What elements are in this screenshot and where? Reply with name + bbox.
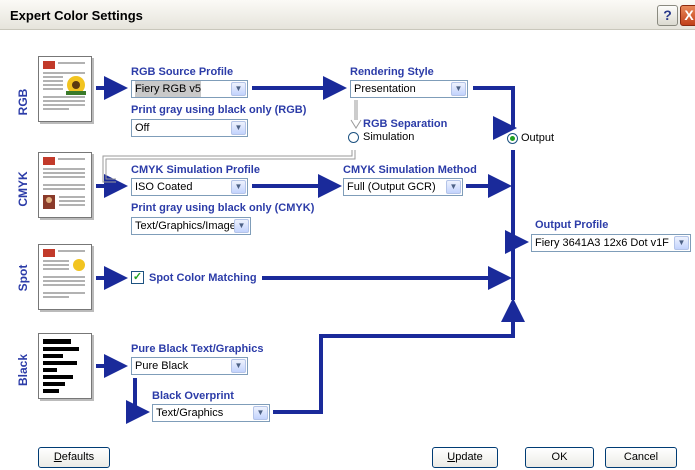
- output-profile-select[interactable]: Fiery 3641A3 12x6 Dot v1F ▼: [531, 234, 691, 252]
- rendering-style-label: Rendering Style: [350, 66, 434, 78]
- chevron-down-icon[interactable]: ▼: [231, 82, 246, 96]
- row-label-cmyk: CMYK: [16, 171, 30, 207]
- print-gray-cmyk-label: Print gray using black only (CMYK): [131, 202, 315, 214]
- print-gray-rgb-label: Print gray using black only (RGB): [131, 104, 307, 116]
- black-overprint-select[interactable]: Text/Graphics ▼: [152, 404, 270, 422]
- output-profile-label: Output Profile: [535, 219, 609, 231]
- cancel-button[interactable]: Cancel: [605, 447, 677, 468]
- spot-document-icon: [43, 249, 85, 298]
- black-document-icon: [43, 339, 79, 393]
- print-gray-cmyk-select[interactable]: Text/Graphics/Image ▼: [131, 217, 251, 235]
- output-radio-label: Output: [521, 132, 555, 144]
- chevron-down-icon[interactable]: ▼: [231, 180, 246, 194]
- cmyk-simulation-method-label: CMYK Simulation Method: [343, 164, 477, 176]
- cmyk-simulation-profile-label: CMYK Simulation Profile: [131, 164, 260, 176]
- rgb-document-icon: [43, 61, 86, 110]
- spot-document-thumbnail: [38, 244, 92, 310]
- row-label-rgb: RGB: [16, 88, 30, 116]
- chevron-down-icon[interactable]: ▼: [234, 219, 249, 233]
- rgb-source-profile-label: RGB Source Profile: [131, 66, 234, 78]
- cmyk-simulation-method-select[interactable]: Full (Output GCR) ▼: [343, 178, 463, 196]
- cmyk-simulation-profile-select[interactable]: ISO Coated ▼: [131, 178, 248, 196]
- chevron-down-icon[interactable]: ▼: [446, 180, 461, 194]
- rgb-source-profile-select[interactable]: Fiery RGB v5 ▼: [131, 80, 248, 98]
- simulation-radio-label: Simulation: [363, 131, 415, 143]
- chevron-down-icon[interactable]: ▼: [451, 82, 466, 96]
- chevron-down-icon[interactable]: ▼: [674, 236, 689, 250]
- black-overprint-label: Black Overprint: [152, 390, 234, 402]
- simulation-radio[interactable]: [348, 132, 359, 143]
- cmyk-document-thumbnail: [38, 152, 92, 218]
- pure-black-label: Pure Black Text/Graphics: [131, 343, 264, 355]
- black-document-thumbnail: [38, 333, 92, 399]
- pure-black-select[interactable]: Pure Black ▼: [131, 357, 248, 375]
- rgb-separation-label: RGB Separation: [363, 118, 448, 130]
- rgb-document-thumbnail: [38, 56, 92, 122]
- cmyk-document-icon: [43, 157, 85, 209]
- output-radio[interactable]: [507, 133, 518, 144]
- chevron-down-icon[interactable]: ▼: [253, 406, 268, 420]
- ok-button[interactable]: OK: [525, 447, 594, 468]
- chevron-down-icon[interactable]: ▼: [231, 121, 246, 135]
- rendering-style-select[interactable]: Presentation ▼: [350, 80, 468, 98]
- print-gray-rgb-select[interactable]: Off ▼: [131, 119, 248, 137]
- defaults-button[interactable]: Defaults: [38, 447, 110, 468]
- spot-color-matching-label[interactable]: Spot Color Matching: [149, 272, 257, 284]
- chevron-down-icon[interactable]: ▼: [231, 359, 246, 373]
- row-label-black: Black: [16, 353, 30, 387]
- update-button[interactable]: Update: [432, 447, 498, 468]
- spot-color-matching-checkbox[interactable]: ✓: [131, 271, 144, 284]
- row-label-spot: Spot: [16, 264, 30, 292]
